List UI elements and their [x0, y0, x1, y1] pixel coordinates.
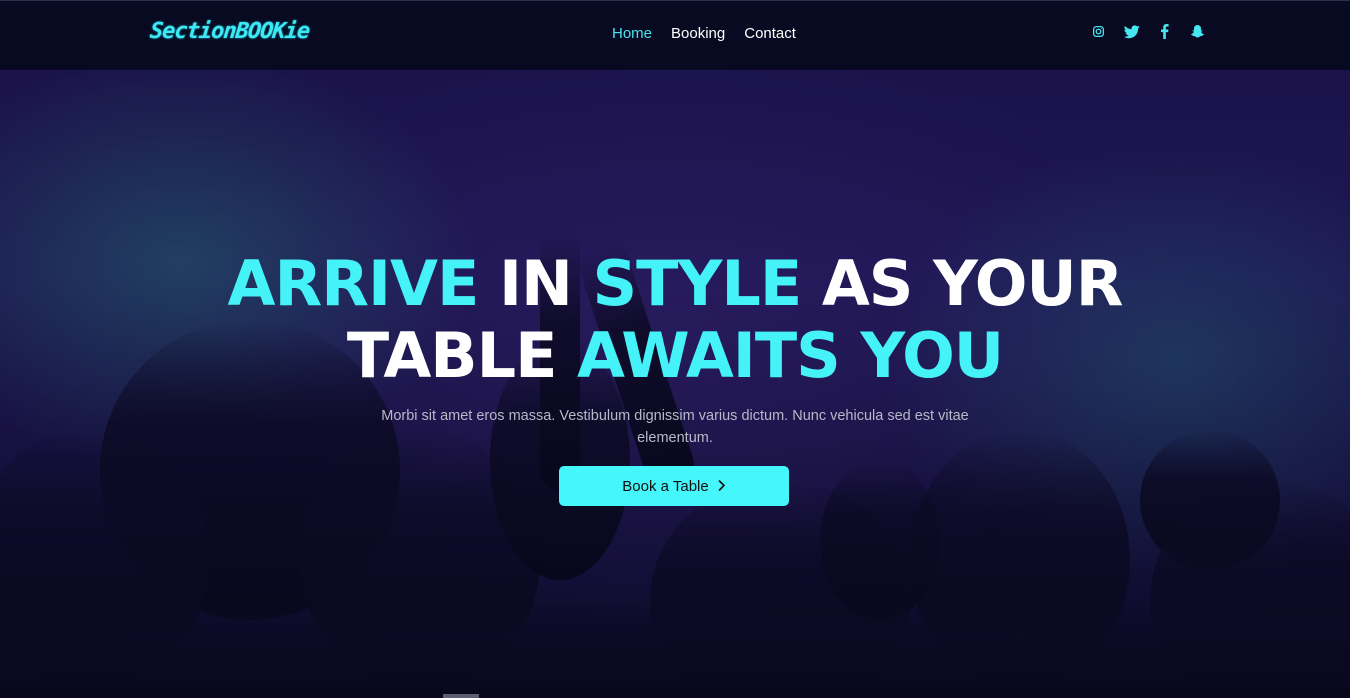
hero-title: ARRIVE IN STYLE AS YOUR TABLE AWAITS YOU	[0, 248, 1350, 392]
nav-item-booking[interactable]: Booking	[671, 25, 725, 42]
hero-subtitle: Morbi sit amet eros massa. Vestibulum di…	[381, 408, 969, 446]
top-navbar: SectionBOOKie Home Booking Contact	[0, 0, 1350, 70]
brand-logo[interactable]: SectionBOOKie	[149, 19, 311, 44]
hero-title-word-style: STYLE	[592, 247, 803, 320]
snapchat-icon[interactable]	[1189, 23, 1206, 40]
chevron-right-icon	[717, 479, 726, 496]
facebook-icon[interactable]	[1156, 23, 1173, 40]
scroll-indicator	[443, 694, 479, 698]
nav-item-contact[interactable]: Contact	[744, 25, 796, 42]
hero-section: SectionBOOKie Home Booking Contact ARRIV…	[0, 0, 1350, 698]
hero-title-word-as-your: AS YOUR	[821, 247, 1124, 320]
book-a-table-label: Book a Table	[622, 477, 709, 495]
instagram-icon[interactable]	[1090, 23, 1107, 40]
nav-item-home[interactable]: Home	[612, 25, 652, 42]
main-nav: Home Booking Contact	[612, 25, 796, 42]
hero-title-word-in: IN	[498, 247, 573, 320]
hero-title-word-table: TABLE	[346, 319, 558, 392]
book-a-table-button[interactable]: Book a Table	[559, 466, 789, 506]
twitter-icon[interactable]	[1123, 23, 1140, 40]
hero-title-word-awaits-you: AWAITS YOU	[577, 319, 1004, 392]
hero-title-word-arrive: ARRIVE	[227, 247, 479, 320]
social-links	[1090, 23, 1206, 40]
